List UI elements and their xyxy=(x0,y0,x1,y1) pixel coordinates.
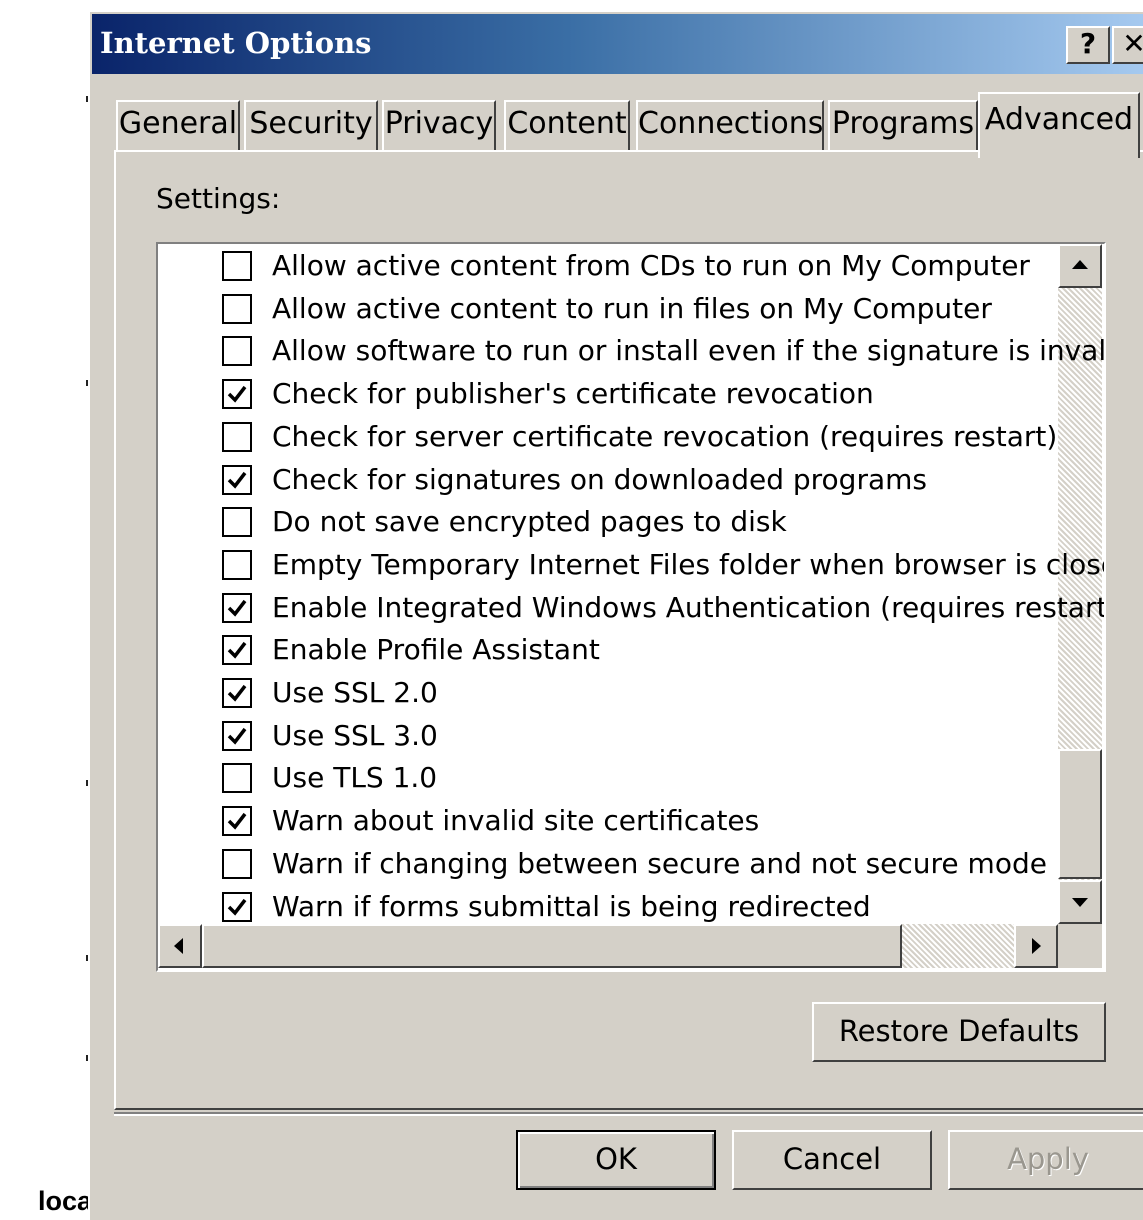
setting-item[interactable]: Check for publisher's certificate revoca… xyxy=(222,372,874,415)
setting-item[interactable]: Warn if forms submittal is being redirec… xyxy=(222,885,871,928)
setting-item[interactable]: Warn if changing between secure and not … xyxy=(222,842,1047,885)
advanced-tab-panel: Settings: Allow active content from CDs … xyxy=(114,150,1143,1110)
setting-checkbox[interactable] xyxy=(222,762,252,793)
setting-label: Empty Temporary Internet Files folder wh… xyxy=(272,548,1106,581)
scroll-left-button[interactable] xyxy=(158,924,202,968)
checkmark-icon xyxy=(227,641,247,659)
arrow-down-icon xyxy=(1072,898,1088,907)
setting-item[interactable]: Use TLS 1.0 xyxy=(222,756,437,799)
tab-advanced[interactable]: Advanced xyxy=(978,92,1140,158)
setting-item[interactable]: Use SSL 2.0 xyxy=(222,671,438,714)
setting-item[interactable]: Warn about invalid site certificates xyxy=(222,799,759,842)
setting-label: Use SSL 2.0 xyxy=(272,676,438,709)
setting-item[interactable]: Use SSL 3.0 xyxy=(222,714,438,757)
setting-checkbox[interactable] xyxy=(222,506,252,537)
scroll-up-button[interactable] xyxy=(1058,244,1102,288)
title-bar[interactable]: Internet Options ? ✕ xyxy=(92,14,1143,74)
setting-item[interactable]: Do not save encrypted pages to disk xyxy=(222,500,787,543)
help-icon: ? xyxy=(1079,27,1097,60)
setting-label: Enable Profile Assistant xyxy=(272,633,600,666)
arrow-right-icon xyxy=(1032,938,1041,954)
setting-label: Do not save encrypted pages to disk xyxy=(272,505,787,538)
setting-item[interactable]: Check for signatures on downloaded progr… xyxy=(222,458,927,501)
divider-highlight xyxy=(114,1114,1143,1116)
scroll-down-button[interactable] xyxy=(1058,880,1102,924)
setting-label: Check for signatures on downloaded progr… xyxy=(272,463,927,496)
help-button[interactable]: ? xyxy=(1066,26,1110,64)
setting-checkbox[interactable] xyxy=(222,891,252,922)
setting-item[interactable]: Check for server certificate revocation … xyxy=(222,415,1057,458)
setting-checkbox[interactable] xyxy=(222,549,252,580)
setting-label: Check for publisher's certificate revoca… xyxy=(272,377,874,410)
setting-item[interactable]: Allow active content from CDs to run on … xyxy=(222,244,1030,287)
setting-checkbox[interactable] xyxy=(222,592,252,623)
setting-item[interactable]: Allow software to run or install even if… xyxy=(222,329,1106,372)
horizontal-scrollbar[interactable] xyxy=(158,924,1058,968)
setting-checkbox[interactable] xyxy=(222,805,252,836)
setting-label: Allow active content to run in files on … xyxy=(272,292,992,325)
window-title: Internet Options xyxy=(100,26,372,60)
close-button[interactable]: ✕ xyxy=(1112,26,1143,64)
setting-checkbox[interactable] xyxy=(222,677,252,708)
setting-item[interactable]: Enable Profile Assistant xyxy=(222,628,600,671)
tab-content[interactable]: Content xyxy=(504,100,630,150)
apply-button[interactable]: Apply xyxy=(948,1130,1143,1190)
setting-checkbox[interactable] xyxy=(222,848,252,879)
horizontal-scroll-thumb[interactable] xyxy=(202,924,902,968)
settings-list[interactable]: Allow active content from CDs to run on … xyxy=(156,242,1106,972)
scrollbar-corner xyxy=(1058,924,1102,968)
setting-label: Warn if forms submittal is being redirec… xyxy=(272,890,871,923)
setting-item[interactable]: Empty Temporary Internet Files folder wh… xyxy=(222,543,1106,586)
setting-label: Allow software to run or install even if… xyxy=(272,334,1106,367)
setting-label: Enable Integrated Windows Authentication… xyxy=(272,591,1106,624)
cancel-button[interactable]: Cancel xyxy=(732,1130,932,1190)
checkmark-icon xyxy=(227,727,247,745)
setting-checkbox[interactable] xyxy=(222,634,252,665)
checkmark-icon xyxy=(227,471,247,489)
checkmark-icon xyxy=(227,684,247,702)
arrow-left-icon xyxy=(174,938,183,954)
setting-checkbox[interactable] xyxy=(222,720,252,751)
checkmark-icon xyxy=(227,812,247,830)
settings-label: Settings: xyxy=(156,182,281,215)
setting-label: Use TLS 1.0 xyxy=(272,761,438,794)
ok-button[interactable]: OK xyxy=(516,1130,716,1190)
tab-privacy[interactable]: Privacy xyxy=(382,100,496,150)
checkmark-icon xyxy=(227,898,247,916)
setting-item[interactable]: Enable Integrated Windows Authentication… xyxy=(222,586,1106,629)
setting-checkbox[interactable] xyxy=(222,464,252,495)
setting-label: Check for server certificate revocation … xyxy=(272,420,1058,453)
tab-programs[interactable]: Programs xyxy=(828,100,978,150)
internet-options-dialog: Internet Options ? ✕ General Security Pr… xyxy=(88,10,1143,1220)
tab-connections[interactable]: Connections xyxy=(636,100,824,150)
checkmark-icon xyxy=(227,599,247,617)
close-icon: ✕ xyxy=(1122,27,1143,60)
setting-checkbox[interactable] xyxy=(222,250,252,281)
setting-checkbox[interactable] xyxy=(222,293,252,324)
scroll-right-button[interactable] xyxy=(1014,924,1058,968)
tab-general[interactable]: General xyxy=(116,100,240,150)
setting-checkbox[interactable] xyxy=(222,378,252,409)
tab-security[interactable]: Security xyxy=(244,100,378,150)
arrow-up-icon xyxy=(1072,260,1088,269)
setting-checkbox[interactable] xyxy=(222,421,252,452)
setting-label: Allow active content from CDs to run on … xyxy=(272,249,1030,282)
checkmark-icon xyxy=(227,385,247,403)
setting-label: Warn if changing between secure and not … xyxy=(272,847,1047,880)
setting-item[interactable]: Allow active content to run in files on … xyxy=(222,287,992,330)
setting-label: Use SSL 3.0 xyxy=(272,719,438,752)
vertical-scroll-thumb[interactable] xyxy=(1058,749,1102,879)
setting-label: Warn about invalid site certificates xyxy=(272,804,760,837)
setting-checkbox[interactable] xyxy=(222,335,252,366)
